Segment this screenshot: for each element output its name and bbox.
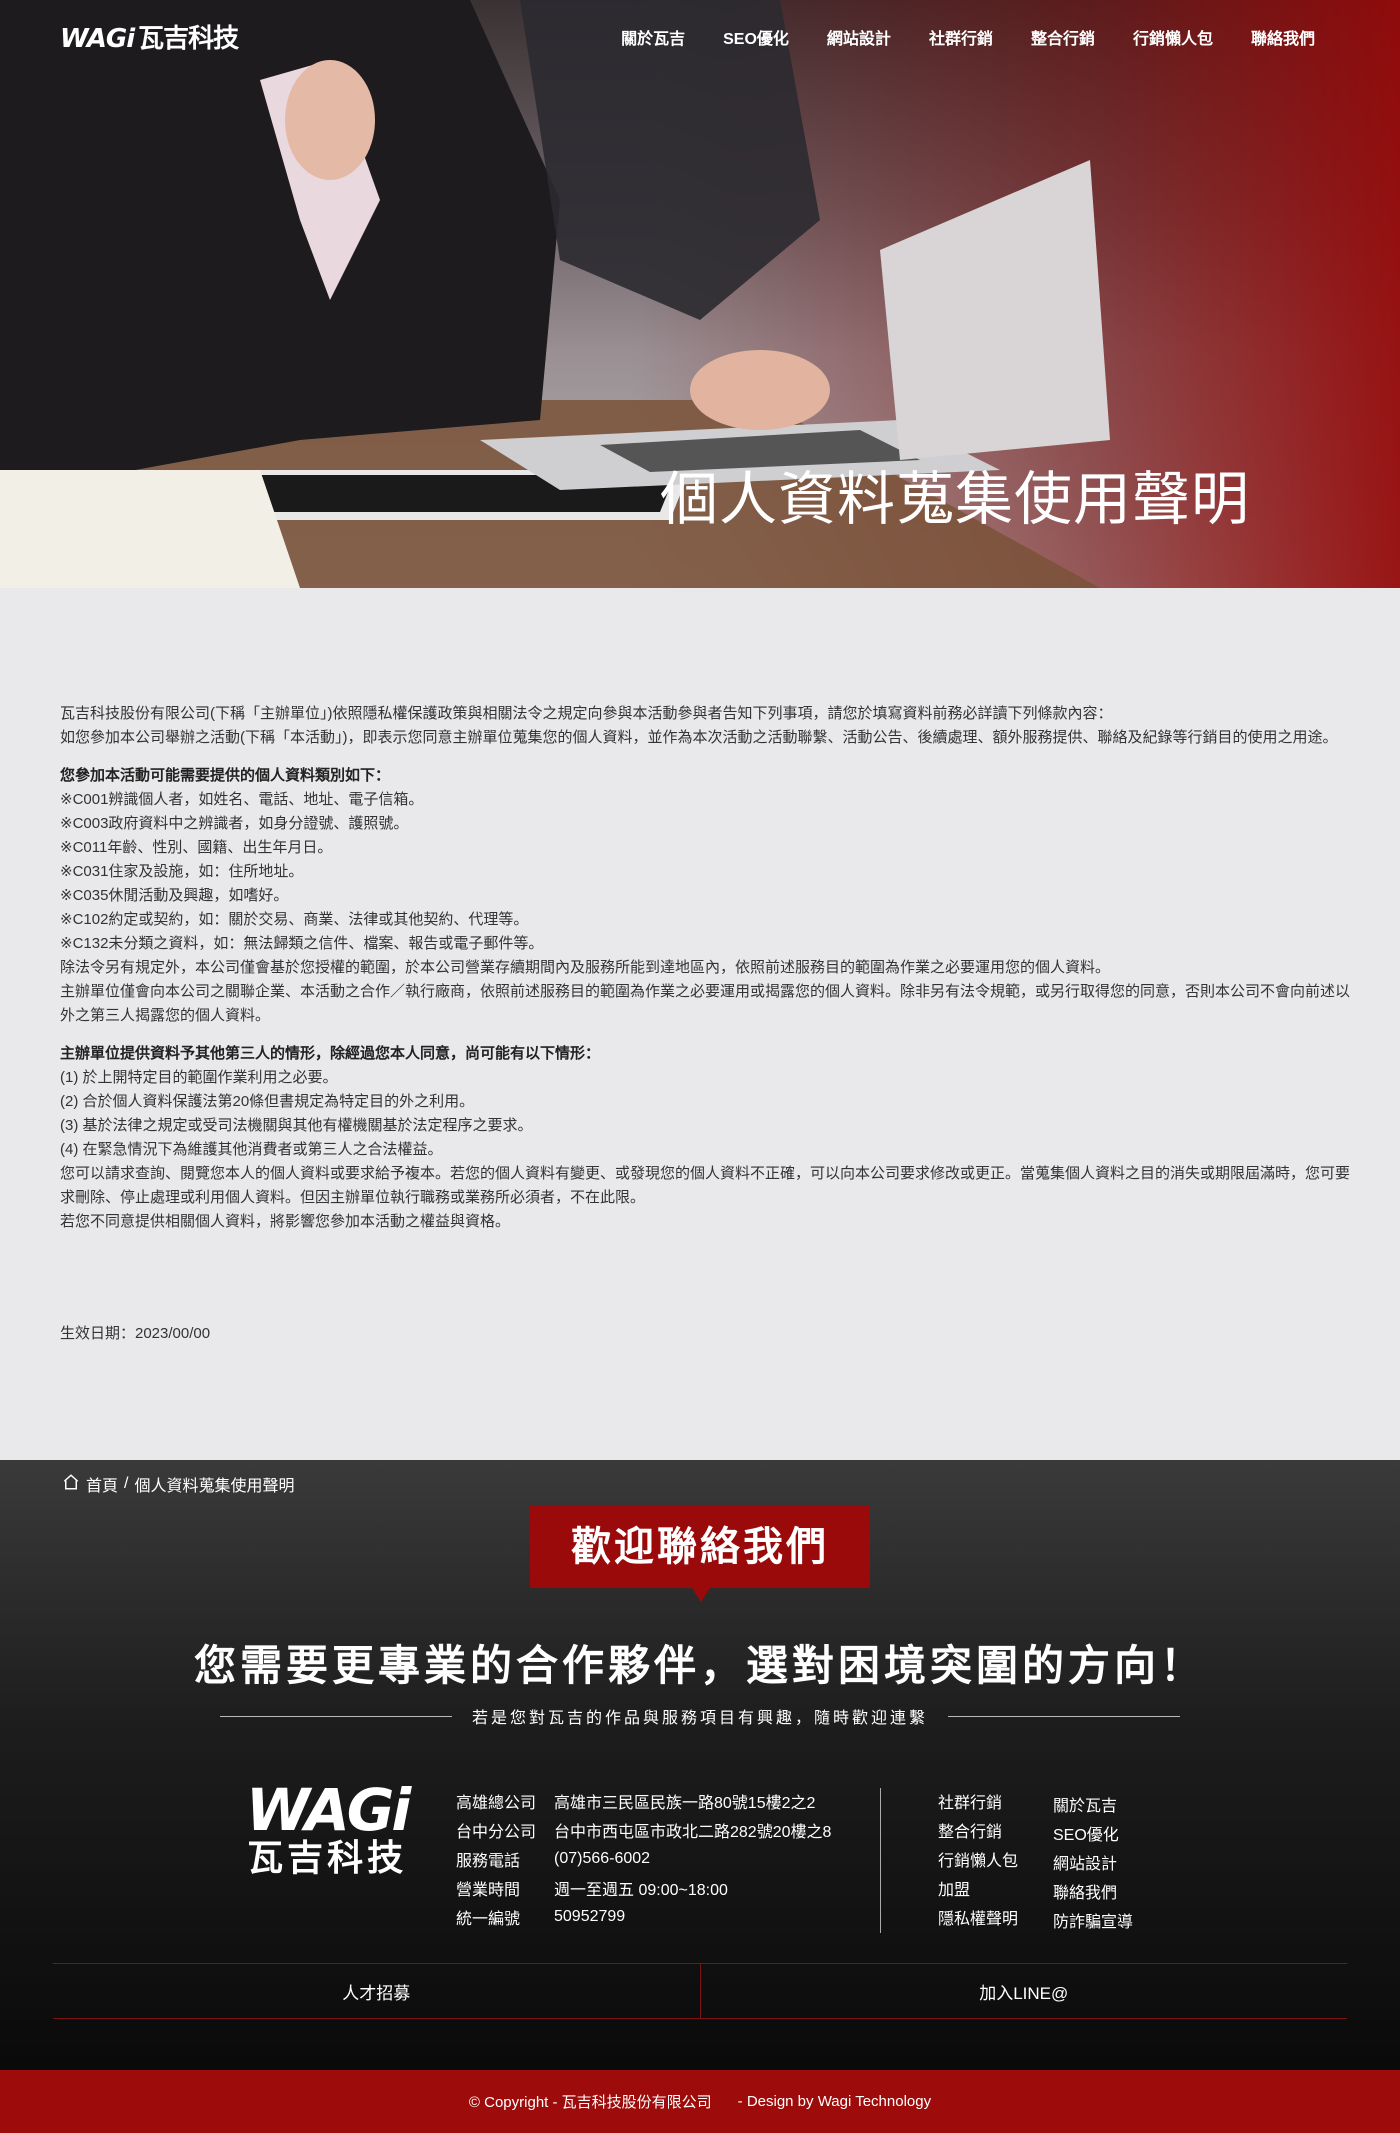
breadcrumb: 首頁 / 個人資料蒐集使用聲明 bbox=[62, 1472, 294, 1496]
nav-about[interactable]: 關於瓦吉 bbox=[621, 25, 685, 49]
intro-paragraph-2: 如您參加本公司舉辦之活動(下稱「本活動」)，即表示您同意主辦單位蒐集您的個人資料… bbox=[60, 729, 1338, 746]
vertical-divider bbox=[880, 1788, 881, 1933]
list-item: (2) 合於個人資料保護法第20條但書規定為特定目的外之利用。 bbox=[60, 1093, 475, 1110]
info-value: 台中市西屯區市政北二路282號20樓之8 bbox=[554, 1823, 832, 1841]
breadcrumb-separator: / bbox=[124, 1475, 129, 1492]
section-1-heading: 您參加本活動可能需要提供的個人資料類別如下： bbox=[60, 767, 391, 784]
info-label: 服務電話 bbox=[456, 1852, 521, 1870]
nav-seo[interactable]: SEO優化 bbox=[723, 25, 789, 49]
info-value: 高雄市三民區民族一路80號15樓2之2 bbox=[554, 1794, 816, 1812]
list-item: (1) 於上開特定目的範圍作業利用之必要。 bbox=[60, 1069, 338, 1086]
logo-chinese: 瓦吉科技 bbox=[138, 24, 239, 54]
footer-logo-chinese: 瓦吉科技 bbox=[247, 1838, 408, 1879]
section-1-paragraph-1: 除法令另有規定外，本公司僅會基於您授權的範圍，於本公司營業存續期間內及服務所能到… bbox=[60, 959, 1111, 976]
welcome-banner: 歡迎聯絡我們 bbox=[530, 1506, 870, 1602]
intro-paragraph-1: 瓦吉科技股份有限公司(下稱「主辦單位」)依照隱私權保護政策與相關法令之規定向參與… bbox=[60, 705, 1113, 722]
footer-links: 社群行銷 關於瓦吉 整合行銷 SEO優化 行銷懶人包 網站設計 加盟 聯絡我們 … bbox=[938, 1786, 1153, 1931]
info-label: 統一編號 bbox=[456, 1910, 521, 1928]
info-row-tax-id: 統一編號 50952799 bbox=[456, 1902, 831, 1931]
list-item: ※C003政府資料中之辨識者，如身分證號、護照號。 bbox=[60, 815, 409, 832]
footer-link-franchise[interactable]: 加盟 bbox=[938, 1873, 1053, 1902]
info-row-kaohsiung: 高雄總公司 高雄市三民區民族一路80號15樓2之2 bbox=[456, 1786, 831, 1815]
nav-contact[interactable]: 聯絡我們 bbox=[1251, 25, 1315, 49]
list-item: ※C035休閒活動及興趣，如嗜好。 bbox=[60, 887, 289, 904]
breadcrumb-home-link[interactable]: 首頁 bbox=[86, 1472, 118, 1496]
info-row-hours: 營業時間 週一至週五 09:00~18:00 bbox=[456, 1873, 831, 1902]
design-credit: - Design by Wagi Technology bbox=[737, 2093, 932, 2110]
top-navigation: WAGi 瓦吉科技 關於瓦吉 SEO優化 網站設計 社群行銷 整合行銷 行銷懶人包… bbox=[0, 0, 1400, 72]
list-item: ※C031住家及設施，如：住所地址。 bbox=[60, 863, 304, 880]
home-icon[interactable] bbox=[62, 1473, 80, 1496]
copyright-text: © Copyright - 瓦吉科技股份有限公司 bbox=[468, 2094, 712, 2111]
nav-web-design[interactable]: 網站設計 bbox=[827, 25, 891, 49]
list-item: ※C132未分類之資料，如：無法歸類之信件、檔案、報告或電子郵件等。 bbox=[60, 935, 544, 952]
effective-date: 生效日期：2023/00/00 bbox=[60, 1325, 211, 1342]
divider-right bbox=[948, 1715, 1181, 1717]
footer-link-marketing-kit[interactable]: 行銷懶人包 bbox=[938, 1844, 1053, 1873]
footer-link-web-design[interactable]: 網站設計 bbox=[1053, 1844, 1153, 1873]
nav-social-marketing[interactable]: 社群行銷 bbox=[929, 25, 993, 49]
footer-logo: WAGi 瓦吉科技 bbox=[246, 1776, 411, 1880]
main-menu: 關於瓦吉 SEO優化 網站設計 社群行銷 整合行銷 行銷懶人包 聯絡我們 bbox=[621, 25, 1315, 49]
recruit-link[interactable]: 人才招募 bbox=[53, 1964, 701, 2018]
list-item: ※C102約定或契約，如：關於交易、商業、法律或其他契約、代理等。 bbox=[60, 911, 529, 928]
logo-wordmark: WAGi bbox=[60, 24, 135, 54]
nav-marketing-kit[interactable]: 行銷懶人包 bbox=[1133, 25, 1213, 49]
list-item: (4) 在緊急情況下為維護其他消費者或第三人之合法權益。 bbox=[60, 1141, 443, 1158]
hero-banner: WAGi 瓦吉科技 關於瓦吉 SEO優化 網站設計 社群行銷 整合行銷 行銷懶人包… bbox=[0, 0, 1400, 588]
section-1-paragraph-2: 主辦單位僅會向本公司之關聯企業、本活動之合作／執行廠商，依照前述服務目的範圍為作… bbox=[60, 983, 1351, 1024]
section-2-paragraph-1: 您可以請求查詢、閱覽您本人的個人資料或要求給予複本。若您的個人資料有變更、或發現… bbox=[60, 1165, 1351, 1206]
company-info: 高雄總公司 高雄市三民區民族一路80號15樓2之2 台中分公司 台中市西屯區市政北二… bbox=[456, 1786, 831, 1931]
bottom-link-bar: 人才招募 加入LINE@ bbox=[53, 1963, 1347, 2019]
footer-link-privacy[interactable]: 隱私權聲明 bbox=[938, 1902, 1053, 1931]
info-label: 高雄總公司 bbox=[456, 1794, 537, 1812]
footer-link-seo[interactable]: SEO優化 bbox=[1053, 1815, 1153, 1844]
footer-link-contact[interactable]: 聯絡我們 bbox=[1053, 1873, 1153, 1902]
contact-section: 首頁 / 個人資料蒐集使用聲明 歡迎聯絡我們 您需要更專業的合作夥伴，選對困境突… bbox=[0, 1460, 1400, 2070]
info-row-taichung: 台中分公司 台中市西屯區市政北二路282號20樓之8 bbox=[456, 1815, 831, 1844]
footer-link-integrated[interactable]: 整合行銷 bbox=[938, 1815, 1053, 1844]
line-link[interactable]: 加入LINE@ bbox=[701, 1964, 1348, 2018]
footer-link-anti-fraud[interactable]: 防詐騙宣導 bbox=[1053, 1902, 1153, 1931]
info-value: 50952799 bbox=[554, 1907, 626, 1925]
page-title: 個人資料蒐集使用聲明 bbox=[660, 465, 1251, 533]
footer-logo-wordmark: WAGi bbox=[246, 1776, 411, 1844]
divider-left bbox=[220, 1715, 452, 1717]
brand-logo[interactable]: WAGi 瓦吉科技 bbox=[60, 18, 239, 55]
contact-subline: 若是您對瓦吉的作品與服務項目有興趣，隨時歡迎連繫 bbox=[220, 1704, 1181, 1728]
policy-content: 瓦吉科技股份有限公司(下稱「主辦單位」)依照隱私權保護政策與相關法令之規定向參與… bbox=[60, 702, 1350, 1234]
breadcrumb-current: 個人資料蒐集使用聲明 bbox=[134, 1478, 295, 1495]
section-2-paragraph-2: 若您不同意提供相關個人資料，將影響您參加本活動之權益與資格。 bbox=[60, 1213, 511, 1230]
info-row-phone: 服務電話 (07)566-6002 bbox=[456, 1844, 831, 1873]
section-2-heading: 主辦單位提供資料予其他第三人的情形，除經過您本人同意，尚可能有以下情形： bbox=[60, 1045, 601, 1062]
list-item: (3) 基於法律之規定或受司法機關與其他有權機關基於法定程序之要求。 bbox=[60, 1117, 533, 1134]
info-label: 營業時間 bbox=[456, 1881, 521, 1899]
copyright-footer: © Copyright - 瓦吉科技股份有限公司 - Design by Wag… bbox=[0, 2070, 1400, 2133]
nav-integrated-marketing[interactable]: 整合行銷 bbox=[1031, 25, 1095, 49]
list-item: ※C011年齡、性別、國籍、出生年月日。 bbox=[60, 839, 333, 856]
footer-link-about[interactable]: 關於瓦吉 bbox=[1053, 1786, 1153, 1815]
list-item: ※C001辨識個人者，如姓名、電話、地址、電子信箱。 bbox=[60, 791, 424, 808]
footer-link-social[interactable]: 社群行銷 bbox=[938, 1786, 1053, 1815]
info-label: 台中分公司 bbox=[456, 1823, 537, 1841]
contact-subline-text: 若是您對瓦吉的作品與服務項目有興趣，隨時歡迎連繫 bbox=[472, 1710, 929, 1727]
info-value: 週一至週五 09:00~18:00 bbox=[554, 1881, 728, 1899]
info-value[interactable]: (07)566-6002 bbox=[554, 1850, 650, 1868]
contact-headline: 您需要更專業的合作夥伴，選對困境突圍的方向！ bbox=[193, 1641, 1206, 1690]
